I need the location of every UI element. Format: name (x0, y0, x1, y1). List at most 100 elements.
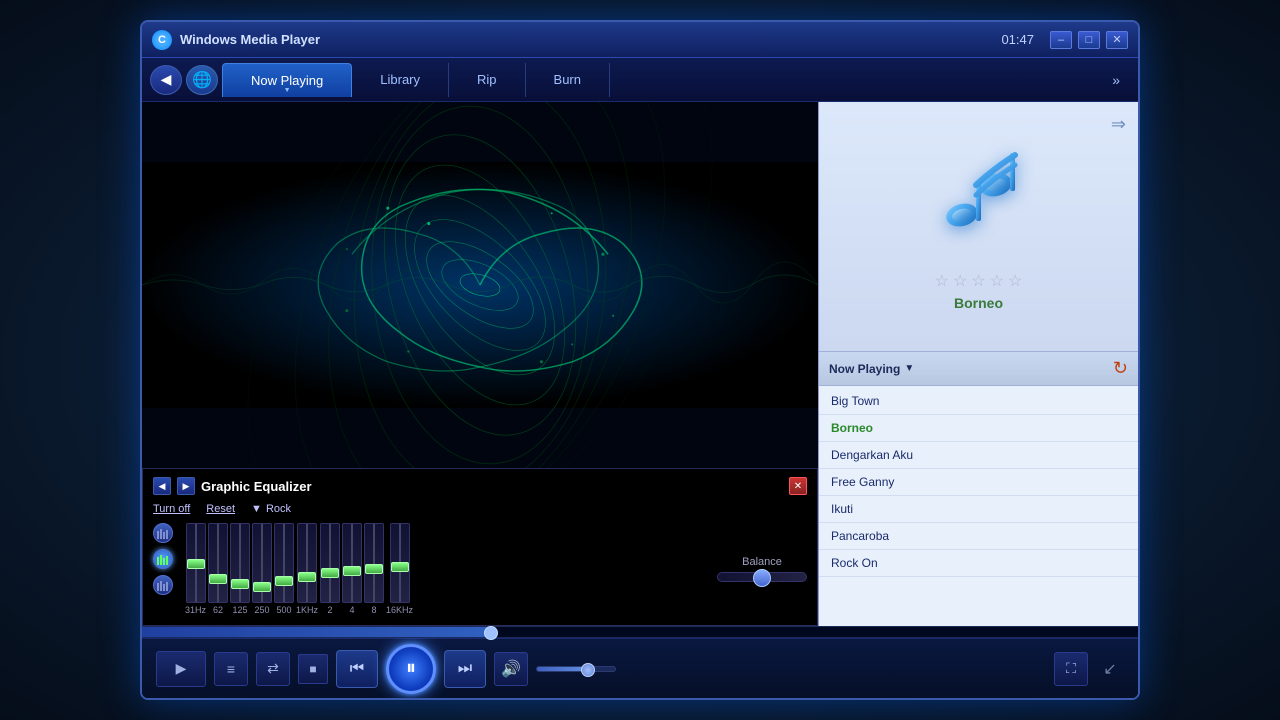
star-5[interactable]: ☆ (1008, 271, 1022, 291)
visualization-area (142, 102, 818, 468)
eq-slider-500[interactable] (274, 523, 294, 603)
playlist-item-pancaroba[interactable]: Pancaroba (819, 523, 1138, 550)
eq-title: Graphic Equalizer (201, 479, 783, 494)
eq-slider-4k[interactable] (342, 523, 362, 603)
star-3[interactable]: ☆ (971, 271, 985, 291)
eq-freq-62: 62 (208, 523, 228, 615)
main-content: ◀ ▶ Graphic Equalizer ✕ Turn off Reset ▼… (142, 102, 1138, 626)
playlist-button[interactable]: ≡ (214, 652, 248, 686)
volume-icon[interactable]: 🔊 (494, 652, 528, 686)
playlist-items: Big Town Borneo Dengarkan Aku Free Ganny… (819, 386, 1138, 626)
playlist-header: Now Playing ▼ ↻ (819, 352, 1138, 386)
eq-controls-row: Turn off Reset ▼ Rock (153, 503, 807, 515)
eq-preset-2[interactable] (153, 549, 173, 569)
visualization-canvas (142, 102, 818, 468)
left-panel: ◀ ▶ Graphic Equalizer ✕ Turn off Reset ▼… (142, 102, 818, 626)
tab-now-playing[interactable]: Now Playing (222, 63, 352, 97)
tab-burn[interactable]: Burn (526, 63, 610, 97)
playlist-item-rock-on[interactable]: Rock On (819, 550, 1138, 577)
eq-preset-1[interactable] (153, 523, 173, 543)
progress-bar-thumb[interactable] (484, 626, 498, 640)
eq-close-button[interactable]: ✕ (789, 477, 807, 495)
playlist-item-ikuti[interactable]: Ikuti (819, 496, 1138, 523)
stop-button[interactable]: ■ (298, 654, 328, 684)
balance-slider[interactable] (717, 572, 807, 582)
eq-slider-1khz[interactable] (297, 523, 317, 603)
wmp-icon: C (152, 30, 172, 50)
eq-prev-button[interactable]: ◀ (153, 477, 171, 495)
pause-button[interactable]: ⏸ (386, 644, 436, 694)
playlist-dropdown-arrow[interactable]: ▼ (904, 363, 914, 374)
balance-section: Balance (717, 523, 807, 615)
playlist-section: Now Playing ▼ ↻ Big Town Borneo Dengarka… (819, 352, 1138, 626)
minimize-button[interactable]: – (1050, 31, 1072, 49)
balance-handle[interactable] (753, 569, 771, 587)
restore-button[interactable]: □ (1078, 31, 1100, 49)
eq-slider-31hz[interactable] (186, 523, 206, 603)
eq-freq-1khz: 1KHz (296, 523, 318, 615)
eq-freq-4k: 4 (342, 523, 362, 615)
right-panel: ⇒ (818, 102, 1138, 626)
music-note-icon (924, 143, 1034, 263)
album-art-section: ⇒ (819, 102, 1138, 352)
star-rating[interactable]: ☆ ☆ ☆ ☆ ☆ (935, 271, 1023, 291)
nav-arrow-right[interactable]: ⇒ (1111, 114, 1126, 135)
fullscreen-button[interactable]: ⛶ (1054, 652, 1088, 686)
minimize-to-tray-button[interactable]: ↙ (1096, 655, 1124, 683)
play-button[interactable]: ▶ (156, 651, 206, 687)
eq-preset-dropdown[interactable]: ▼ Rock (251, 503, 291, 515)
eq-freq-250: 250 (252, 523, 272, 615)
nav-more-button[interactable]: » (1102, 72, 1130, 88)
progress-bar-container[interactable] (142, 626, 1138, 638)
back-button[interactable]: ◀ (150, 65, 182, 95)
volume-slider[interactable] (536, 666, 616, 672)
star-4[interactable]: ☆ (990, 271, 1004, 291)
globe-button[interactable]: 🌐 (186, 65, 218, 95)
eq-sliders-area: 31Hz 62 (153, 523, 807, 615)
eq-slider-16khz[interactable] (390, 523, 410, 603)
eq-slider-62[interactable] (208, 523, 228, 603)
playlist-label[interactable]: Now Playing ▼ (829, 362, 1113, 376)
window-title: Windows Media Player (180, 32, 1001, 47)
eq-header: ◀ ▶ Graphic Equalizer ✕ (153, 477, 807, 495)
eq-slider-8k[interactable] (364, 523, 384, 603)
progress-bar-fill (142, 627, 491, 637)
star-2[interactable]: ☆ (953, 271, 967, 291)
star-1[interactable]: ☆ (935, 271, 949, 291)
equalizer-panel: ◀ ▶ Graphic Equalizer ✕ Turn off Reset ▼… (142, 468, 818, 626)
next-button[interactable]: ⏭ (444, 650, 486, 688)
eq-freq-16khz: 16KHz (386, 523, 413, 615)
playlist-item-borneo[interactable]: Borneo (819, 415, 1138, 442)
eq-preset-3[interactable] (153, 575, 173, 595)
shuffle-button[interactable]: ⇄ (256, 652, 290, 686)
nav-bar: ◀ 🌐 Now Playing Library Rip Burn » (142, 58, 1138, 102)
eq-freq-31hz: 31Hz (185, 523, 206, 615)
volume-slider-thumb[interactable] (581, 663, 595, 677)
eq-slider-125[interactable] (230, 523, 250, 603)
clock-display: 01:47 (1001, 32, 1034, 47)
eq-next-button[interactable]: ▶ (177, 477, 195, 495)
balance-label: Balance (742, 556, 782, 568)
tab-rip[interactable]: Rip (449, 63, 526, 97)
eq-slider-2k[interactable] (320, 523, 340, 603)
current-song-title: Borneo (954, 295, 1003, 311)
eq-reset-link[interactable]: Reset (206, 503, 235, 515)
playlist-shuffle-button[interactable]: ↻ (1113, 358, 1128, 379)
playlist-item-dengarkan-aku[interactable]: Dengarkan Aku (819, 442, 1138, 469)
controls-bar: ▶ ≡ ⇄ ■ ⏮ ⏸ ⏭ 🔊 ⛶ ↙ (142, 638, 1138, 698)
tab-library[interactable]: Library (352, 63, 449, 97)
playlist-item-free-ganny[interactable]: Free Ganny (819, 469, 1138, 496)
playlist-item-big-town[interactable]: Big Town (819, 388, 1138, 415)
title-bar: C Windows Media Player 01:47 – □ ✕ (142, 22, 1138, 58)
eq-freq-500: 500 (274, 523, 294, 615)
window-controls: – □ ✕ (1050, 31, 1128, 49)
eq-sliders-grid: 31Hz 62 (185, 523, 701, 615)
wmp-window: C Windows Media Player 01:47 – □ ✕ ◀ 🌐 N… (140, 20, 1140, 700)
close-button[interactable]: ✕ (1106, 31, 1128, 49)
eq-freq-125: 125 (230, 523, 250, 615)
nav-tabs: Now Playing Library Rip Burn (222, 63, 1098, 97)
prev-button[interactable]: ⏮ (336, 650, 378, 688)
eq-slider-250[interactable] (252, 523, 272, 603)
eq-turnoff-link[interactable]: Turn off (153, 503, 190, 515)
eq-presets-col (153, 523, 173, 615)
